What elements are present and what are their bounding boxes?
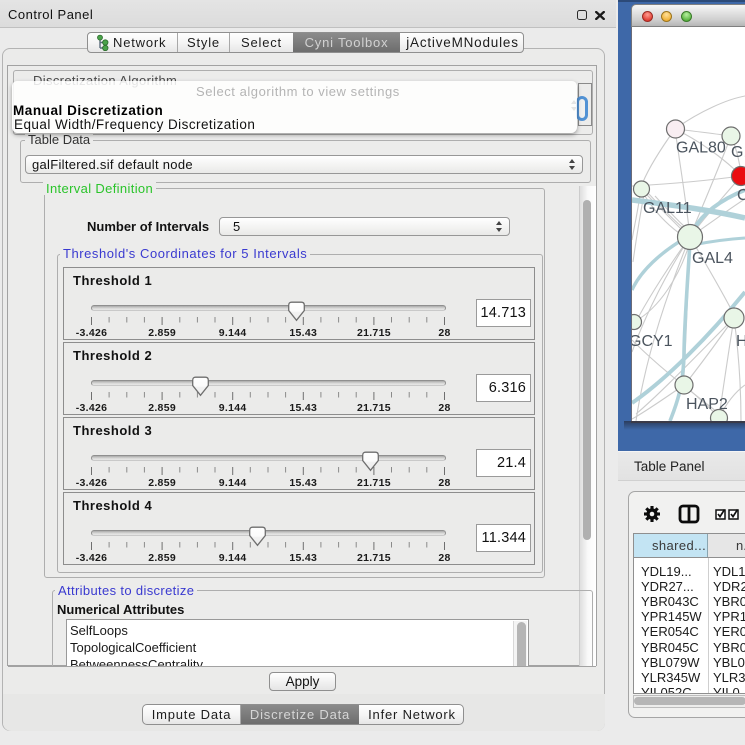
svg-text:15.43: 15.43: [289, 402, 317, 414]
svg-text:21.715: 21.715: [357, 402, 391, 414]
svg-text:15.43: 15.43: [289, 552, 317, 564]
svg-text:21.715: 21.715: [357, 327, 391, 339]
svg-text:GAL11: GAL11: [643, 200, 692, 217]
svg-text:2.859: 2.859: [148, 477, 176, 489]
svg-text:-3.426: -3.426: [76, 552, 108, 564]
svg-text:GCY1: GCY1: [632, 333, 673, 350]
svg-text:28: 28: [438, 552, 450, 564]
svg-text:28: 28: [438, 327, 450, 339]
svg-text:H: H: [736, 333, 745, 350]
svg-text:HAP2: HAP2: [686, 396, 728, 413]
svg-text:15.43: 15.43: [289, 327, 317, 339]
svg-text:9.144: 9.144: [219, 552, 247, 564]
svg-text:GAL4: GAL4: [692, 250, 733, 267]
svg-text:G.: G.: [731, 144, 745, 161]
svg-text:-3.426: -3.426: [76, 477, 108, 489]
svg-text:28: 28: [438, 477, 450, 489]
svg-text:9.144: 9.144: [219, 402, 247, 414]
svg-text:9.144: 9.144: [219, 327, 247, 339]
svg-text:9.144: 9.144: [219, 477, 247, 489]
svg-text:2.859: 2.859: [148, 552, 176, 564]
svg-text:GAL80: GAL80: [676, 140, 726, 157]
svg-text:21.715: 21.715: [357, 477, 391, 489]
svg-text:-3.426: -3.426: [76, 402, 108, 414]
svg-text:15.43: 15.43: [289, 477, 317, 489]
svg-text:28: 28: [438, 402, 450, 414]
svg-text:2.859: 2.859: [148, 402, 176, 414]
svg-text:21.715: 21.715: [357, 552, 391, 564]
svg-text:-3.426: -3.426: [76, 327, 108, 339]
svg-text:2.859: 2.859: [148, 327, 176, 339]
svg-text:C: C: [737, 187, 745, 204]
